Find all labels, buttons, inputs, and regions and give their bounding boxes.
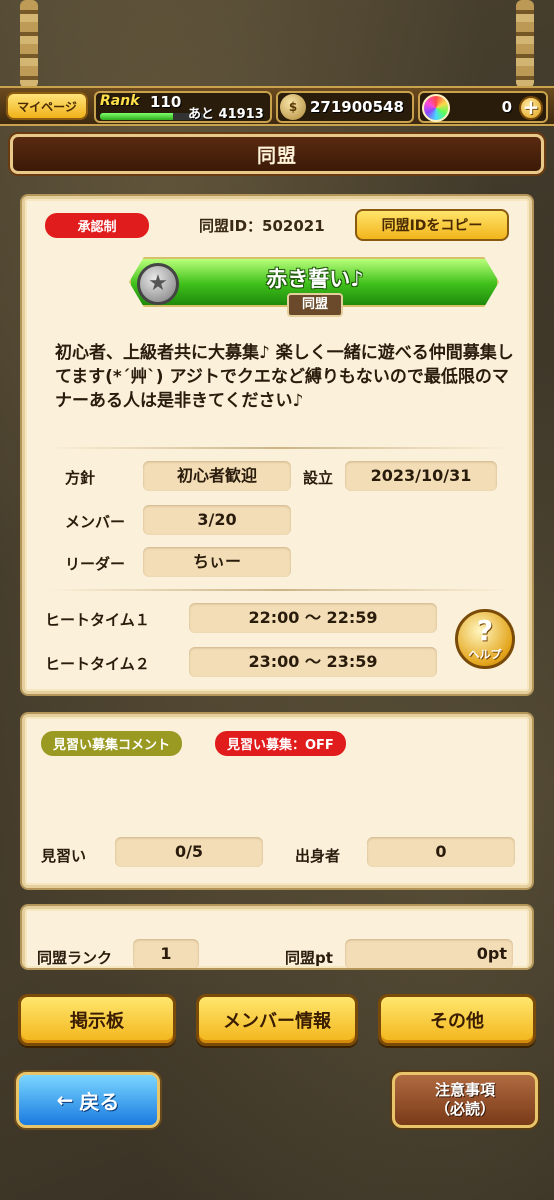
add-gem-button[interactable]: +	[519, 96, 543, 120]
gem-display: 0 +	[418, 91, 548, 123]
chain-decoration-left	[20, 0, 38, 88]
rank-label: Rank	[100, 93, 140, 109]
divider	[45, 447, 513, 449]
apprentice-comment-badge: 見習い募集コメント	[41, 731, 183, 756]
gem-value: 0	[501, 98, 512, 116]
divider	[45, 589, 513, 591]
alliance-rank-panel: 同盟ランク 1 同盟pt 0pt	[22, 906, 532, 968]
policy-value: 初心者歓迎	[143, 461, 291, 491]
alliance-description: 初心者、上級者共に大募集♪ 楽しく一緒に遊べる仲間募集してます(*´艸`) アジ…	[55, 343, 514, 411]
money-bag-icon: $	[280, 94, 306, 120]
founded-value: 2023/10/31	[345, 461, 497, 491]
origin-label: 出身者	[295, 847, 341, 865]
alliance-name: 赤き誓い♪	[266, 267, 364, 291]
back-label: 戻る	[79, 1089, 120, 1114]
leader-value: ちぃー	[143, 547, 291, 577]
alliance-tag: 同盟	[287, 293, 343, 317]
alliance-pt-label: 同盟pt	[285, 949, 333, 967]
board-button[interactable]: 掲示板	[18, 994, 176, 1046]
chain-decoration-right	[516, 0, 534, 88]
question-icon: ?	[476, 614, 494, 647]
member-info-button[interactable]: メンバー情報	[196, 994, 358, 1046]
heat-time-2-label: ヒートタイム２	[45, 655, 150, 673]
rainbow-gem-icon	[422, 94, 450, 122]
rank-progress-fill	[100, 113, 173, 120]
notice-button[interactable]: 注意事項 （必読）	[392, 1072, 538, 1128]
heat-time-2-value: 23:00 ～ 23:59	[189, 647, 437, 677]
back-button[interactable]: ← 戻る	[16, 1072, 160, 1128]
heat-time-1-value: 22:00 ～ 22:59	[189, 603, 437, 633]
apprentice-label: 見習い	[41, 847, 87, 865]
alliance-info-panel: 承認制 同盟ID：502021 同盟IDをコピー ★ 赤き誓い♪ 同盟 初心者、…	[22, 196, 532, 694]
apprentice-value: 0/5	[115, 837, 263, 867]
heat-time-1-label: ヒートタイム１	[45, 611, 150, 629]
help-button[interactable]: ? ヘルプ	[455, 609, 515, 669]
help-label: ヘルプ	[468, 648, 502, 661]
page-title: 同盟	[10, 134, 544, 174]
members-value: 3/20	[143, 505, 291, 535]
rank-next-exp: あと 41913	[188, 107, 264, 122]
approval-badge: 承認制	[45, 213, 149, 238]
leader-label: リーダー	[65, 555, 126, 573]
arrow-left-icon: ←	[56, 1088, 74, 1112]
rank-display: Rank 110 あと 41913	[94, 91, 272, 123]
status-bar: マイページ Rank 110 あと 41913 $ 271900548 0 +	[0, 86, 554, 126]
policy-label: 方針	[65, 469, 96, 487]
mypage-button[interactable]: マイページ	[6, 92, 88, 120]
founded-label: 設立	[303, 469, 334, 487]
origin-value: 0	[367, 837, 515, 867]
members-label: メンバー	[65, 513, 126, 531]
alliance-rank-label: 同盟ランク	[37, 949, 113, 967]
money-value: 271900548	[310, 98, 404, 116]
alliance-pt-value: 0pt	[345, 939, 513, 968]
copy-id-button[interactable]: 同盟IDをコピー	[355, 209, 509, 241]
apprentice-recruit-badge: 見習い募集：OFF	[215, 731, 346, 756]
apprentice-panel: 見習い募集コメント 見習い募集：OFF 見習い 0/5 出身者 0	[22, 714, 532, 888]
alliance-rank-value: 1	[133, 939, 199, 968]
other-button[interactable]: その他	[378, 994, 536, 1046]
notice-label-line2: （必読）	[434, 1100, 495, 1118]
money-display: $ 271900548	[276, 91, 414, 123]
rank-value: 110	[150, 93, 182, 111]
star-emblem-icon: ★	[137, 263, 179, 305]
alliance-id: 同盟ID：502021	[199, 217, 325, 235]
notice-label-line1: 注意事項	[434, 1081, 495, 1099]
